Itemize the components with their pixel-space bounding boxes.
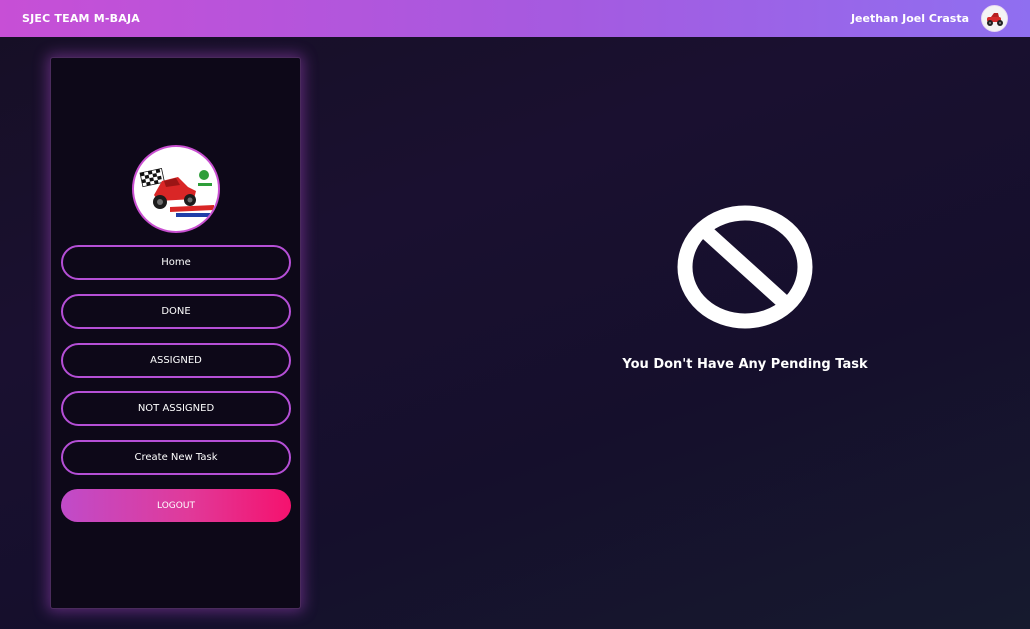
logout-button[interactable]: LOGOUT — [61, 489, 291, 522]
no-entry-icon — [677, 205, 813, 329]
empty-state: You Don't Have Any Pending Task — [600, 205, 890, 372]
top-navbar: SJEC TEAM M-BAJA Jeethan Joel Crasta — [0, 0, 1030, 37]
avatar[interactable] — [981, 5, 1008, 32]
sidebar: Home DONE ASSIGNED NOT ASSIGNED Create N… — [50, 57, 301, 609]
nav-assigned-button[interactable]: ASSIGNED — [61, 343, 291, 378]
team-logo — [132, 145, 220, 233]
user-name[interactable]: Jeethan Joel Crasta — [851, 12, 969, 25]
mbaja-logo-icon — [139, 167, 214, 217]
brand-title[interactable]: SJEC TEAM M-BAJA — [22, 12, 140, 25]
user-area: Jeethan Joel Crasta — [851, 5, 1008, 32]
nav-home-button[interactable]: Home — [61, 245, 291, 280]
nav-not-assigned-button[interactable]: NOT ASSIGNED — [61, 391, 291, 426]
nav-done-button[interactable]: DONE — [61, 294, 291, 329]
empty-message: You Don't Have Any Pending Task — [622, 357, 868, 372]
nav-create-task-button[interactable]: Create New Task — [61, 440, 291, 475]
baja-car-avatar-icon — [986, 12, 1003, 26]
